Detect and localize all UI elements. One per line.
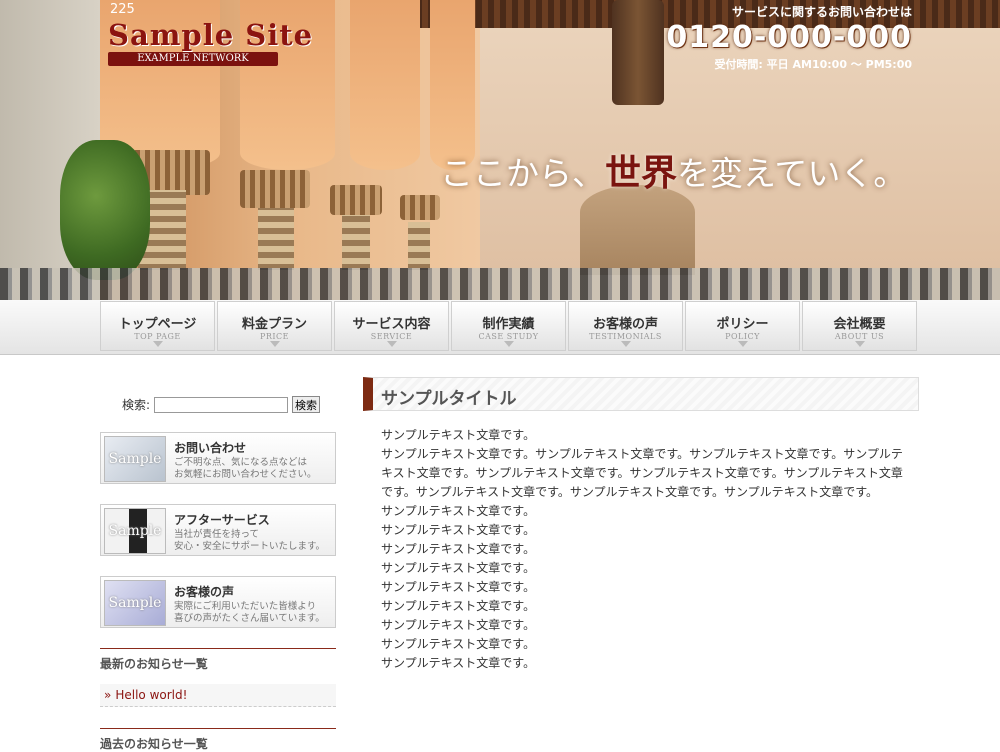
nav-sublabel: SERVICE bbox=[370, 332, 413, 341]
chevron-down-icon bbox=[738, 341, 748, 347]
slogan-pre: ここから、 bbox=[440, 154, 605, 193]
nav-item-case-study[interactable]: 制作実績 CASE STUDY bbox=[451, 301, 566, 351]
nav-label: お客様の声 bbox=[592, 317, 658, 332]
banner-thumb: Sample bbox=[104, 436, 166, 482]
banner-lantern bbox=[612, 0, 664, 105]
news-heading: 最新のお知らせ一覧 bbox=[100, 648, 336, 672]
search-button[interactable]: 検索 bbox=[292, 396, 321, 413]
page-title-bar: サンプルタイトル bbox=[363, 377, 919, 411]
phone-number[interactable]: 0120-000-000 bbox=[666, 20, 912, 56]
banner-capital bbox=[240, 170, 310, 208]
banner-testimonials[interactable]: Sample お客様の声 実際にご利用いただいた皆様より 喜びの声がたくさん届いて… bbox=[100, 576, 336, 628]
content-line: サンプルテキスト文章です。 bbox=[381, 504, 536, 518]
site-title: Sample Site bbox=[108, 18, 314, 52]
content-line: サンプルテキスト文章です。 bbox=[381, 561, 536, 575]
search-label: 検索: bbox=[122, 398, 151, 412]
banner-desc-line: 喜びの声がたくさん届いています。 bbox=[174, 613, 325, 624]
content-paragraph: サンプルテキスト文章です。サンプルテキスト文章です。サンプルテキスト文章です。サ… bbox=[381, 447, 903, 499]
nav-sublabel: CASE STUDY bbox=[478, 332, 539, 341]
hero-slogan: ここから、世界を変えていく。 bbox=[440, 144, 906, 196]
banner-tiles bbox=[0, 268, 1000, 300]
chevron-down-icon bbox=[387, 341, 397, 347]
banner-desc: 当社が責任を持って 安心・安全にサポートいたします。 bbox=[174, 529, 325, 553]
banner-capital bbox=[400, 195, 440, 220]
banner-after-service[interactable]: Sample アフターサービス 当社が責任を持って 安心・安全にサポートいたします… bbox=[100, 504, 336, 556]
chevron-down-icon bbox=[855, 341, 865, 347]
site-logo[interactable]: 225 Sample Site EXAMPLE NETWORK bbox=[108, 2, 314, 66]
logo-number: 225 bbox=[110, 2, 135, 17]
main-content: サンプルテキスト文章です。 サンプルテキスト文章です。サンプルテキスト文章です。… bbox=[381, 426, 903, 673]
nav-sublabel: ABOUT US bbox=[834, 332, 885, 341]
slogan-post: を変えていく。 bbox=[677, 154, 907, 193]
banner-desc-line: 安心・安全にサポートいたします。 bbox=[174, 541, 326, 552]
slogan-emphasis: 世界 bbox=[605, 152, 678, 194]
banner-desc-line: 実際にご利用いただいた皆様より bbox=[174, 601, 317, 612]
banner-desc-line: ご不明な点、気になる点などは bbox=[174, 457, 308, 468]
nav-item-service[interactable]: サービス内容 SERVICE bbox=[334, 301, 449, 351]
chevron-down-icon bbox=[153, 341, 163, 347]
content-line: サンプルテキスト文章です。 bbox=[381, 656, 536, 670]
nav-sublabel: POLICY bbox=[725, 332, 760, 341]
banner-niche bbox=[580, 185, 695, 275]
nav-item-about[interactable]: 会社概要 ABOUT US bbox=[802, 301, 917, 351]
business-hours: 受付時間: 平日 AM10:00 ～ PM5:00 bbox=[714, 58, 912, 71]
nav-label: ポリシー bbox=[716, 317, 769, 332]
banner-arch bbox=[350, 0, 420, 170]
contact-box: サービスに関するお問い合わせは 0120-000-000 受付時間: 平日 AM… bbox=[666, 3, 912, 72]
nav-label: 制作実績 bbox=[482, 317, 535, 332]
nav-item-price[interactable]: 料金プラン PRICE bbox=[217, 301, 332, 351]
search-input[interactable] bbox=[154, 396, 289, 413]
banner-desc: ご不明な点、気になる点などは お気軽にお問い合わせください。 bbox=[174, 457, 317, 481]
nav-item-policy[interactable]: ポリシー POLICY bbox=[685, 301, 800, 351]
chevron-down-icon bbox=[270, 341, 280, 347]
content-line: サンプルテキスト文章です。 bbox=[381, 580, 536, 594]
banner-desc-line: お気軽にお問い合わせください。 bbox=[174, 469, 317, 480]
banner-title: お客様の声 bbox=[174, 585, 235, 599]
global-nav: トップページ TOP PAGE 料金プラン PRICE サービス内容 SERVICE … bbox=[0, 300, 1000, 355]
nav-sublabel: PRICE bbox=[259, 332, 290, 341]
banner-pillar bbox=[408, 222, 430, 270]
banner-pillar bbox=[258, 208, 294, 270]
content-line: サンプルテキスト文章です。 bbox=[381, 618, 536, 632]
news-link[interactable]: Hello world! bbox=[115, 688, 187, 702]
content-line: サンプルテキスト文章です。 bbox=[381, 637, 536, 651]
content-paragraph: サンプルテキスト文章です。 bbox=[381, 428, 536, 442]
contact-lead: サービスに関するお問い合わせは bbox=[731, 5, 912, 19]
news-item[interactable]: » Hello world! bbox=[100, 684, 336, 707]
banner-plant bbox=[60, 140, 150, 280]
banner-capital bbox=[330, 185, 382, 215]
banner-pillar bbox=[342, 215, 370, 270]
nav-label: サービス内容 bbox=[352, 317, 431, 332]
banner-thumb: Sample bbox=[104, 508, 166, 554]
site-subtitle: EXAMPLE NETWORK bbox=[108, 52, 278, 66]
nav-sublabel: TOP PAGE bbox=[134, 332, 181, 341]
page-title: サンプルタイトル bbox=[381, 389, 517, 409]
search-form: 検索: 検索 bbox=[122, 396, 321, 413]
nav-label: トップページ bbox=[118, 317, 197, 332]
banner-title: アフターサービス bbox=[174, 513, 270, 527]
archive-heading: 過去のお知らせ一覧 bbox=[100, 728, 336, 752]
chevron-down-icon bbox=[504, 341, 514, 347]
banner-desc: 実際にご利用いただいた皆様より 喜びの声がたくさん届いています。 bbox=[174, 601, 325, 625]
banner-desc-line: 当社が責任を持って bbox=[174, 529, 260, 540]
content-line: サンプルテキスト文章です。 bbox=[381, 542, 536, 556]
nav-item-top[interactable]: トップページ TOP PAGE bbox=[100, 301, 215, 351]
chevron-down-icon bbox=[621, 341, 631, 347]
banner-thumb: Sample bbox=[104, 580, 166, 626]
nav-label: 料金プラン bbox=[241, 317, 307, 332]
nav-item-testimonials[interactable]: お客様の声 TESTIMONIALS bbox=[568, 301, 683, 351]
content-line: サンプルテキスト文章です。 bbox=[381, 523, 536, 537]
bullet-icon: » bbox=[104, 688, 112, 702]
content-line: サンプルテキスト文章です。 bbox=[381, 599, 536, 613]
banner-title: お問い合わせ bbox=[174, 441, 247, 455]
banner-contact[interactable]: Sample お問い合わせ ご不明な点、気になる点などは お気軽にお問い合わせくだ… bbox=[100, 432, 336, 484]
nav-sublabel: TESTIMONIALS bbox=[589, 332, 662, 341]
nav-label: 会社概要 bbox=[833, 317, 886, 332]
